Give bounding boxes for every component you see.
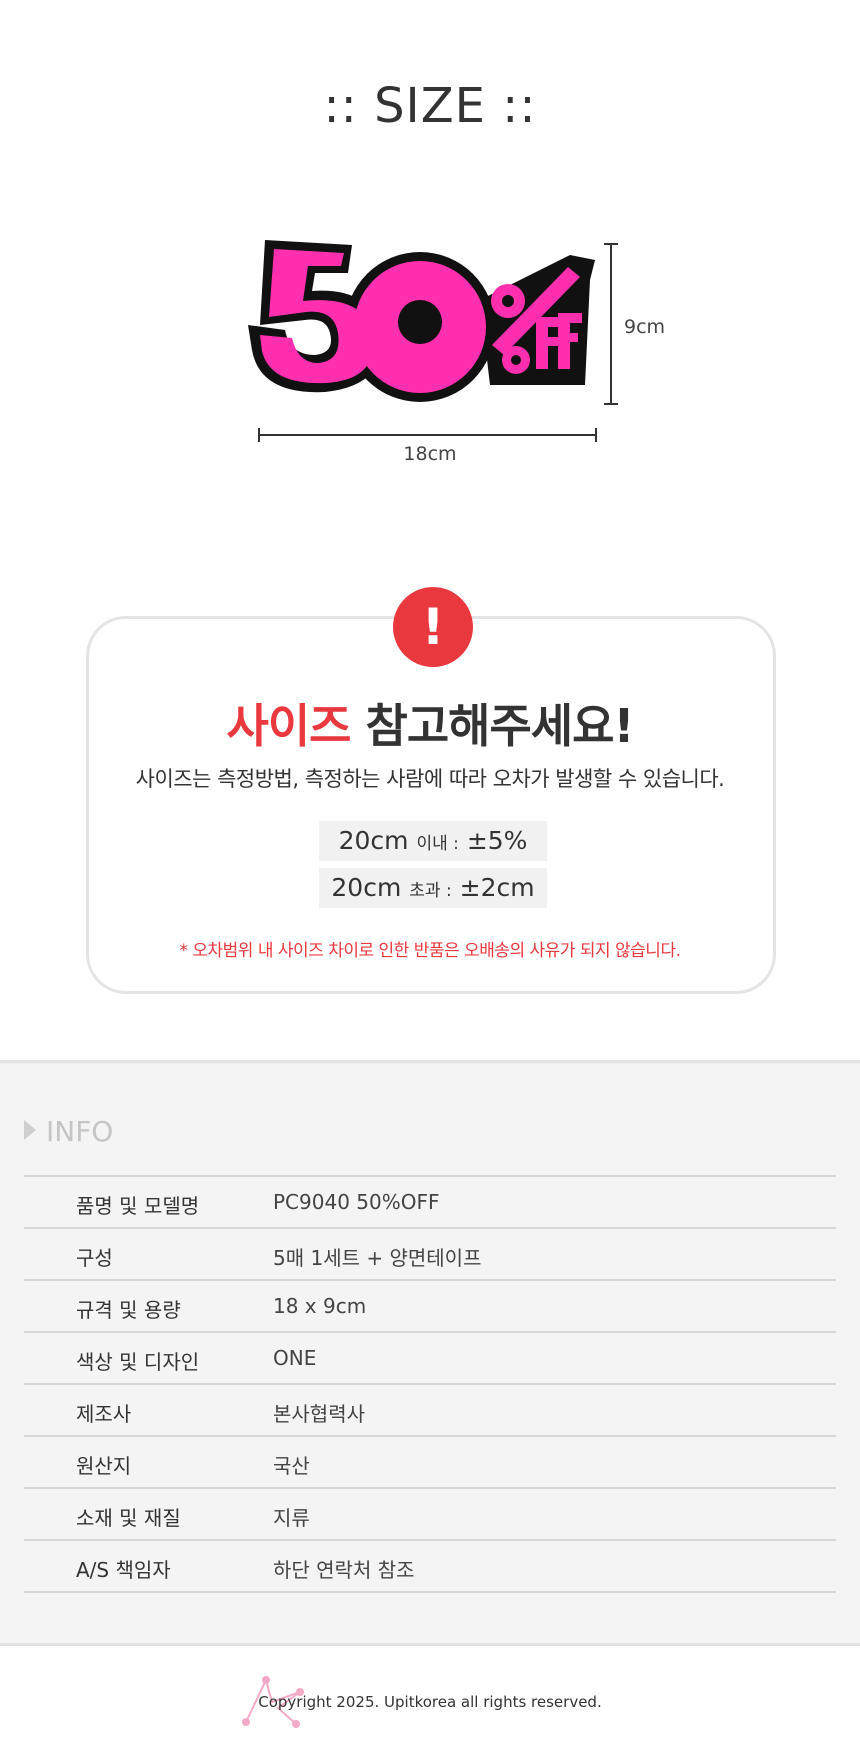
info-key: 소재 및 재질: [76, 1506, 181, 1530]
tolerance-value: ±2cm: [459, 873, 535, 902]
table-row: 구성 5매 1세트 + 양면테이프: [24, 1229, 836, 1281]
tolerance-row: 20cm 초과 : ±2cm: [319, 868, 547, 908]
notice-heading-accent: 사이즈: [226, 699, 352, 753]
info-value: 5매 1세트 + 양면테이프: [273, 1246, 482, 1270]
tolerance-size: 20cm: [331, 873, 402, 902]
notice-heading: 사이즈 참고해주세요!: [0, 690, 860, 756]
info-value: 지류: [273, 1506, 310, 1530]
table-row: 규격 및 용량 18 x 9cm: [24, 1281, 836, 1333]
table-row: 제조사 본사협력사: [24, 1385, 836, 1437]
tolerance-condition: 초과 :: [409, 881, 452, 901]
info-value: ONE: [273, 1346, 317, 1370]
info-key: A/S 책임자: [76, 1558, 171, 1582]
table-row: 품명 및 모델명 PC9040 50%OFF: [24, 1177, 836, 1229]
triangle-right-icon: [24, 1120, 36, 1140]
info-value: 본사협력사: [273, 1402, 365, 1426]
info-section: INFO 품명 및 모델명 PC9040 50%OFF 구성 5매 1세트 + 양면…: [0, 1060, 860, 1646]
alert-icon: !: [393, 587, 473, 667]
info-key: 규격 및 용량: [76, 1298, 181, 1322]
table-row: 소재 및 재질 지류: [24, 1489, 836, 1541]
height-dimension: [604, 243, 618, 405]
info-value: 18 x 9cm: [273, 1294, 367, 1318]
info-key: 제조사: [76, 1402, 132, 1426]
notice-warning: * 오차범위 내 사이즈 차이로 인한 반품은 오배송의 사유가 되지 않습니다…: [179, 941, 681, 961]
dimension-lines: [258, 243, 618, 442]
table-row: 원산지 국산: [24, 1437, 836, 1489]
info-value: PC9040 50%OFF: [273, 1190, 440, 1214]
height-label: 9cm: [624, 316, 666, 338]
table-row: A/S 책임자 하단 연락처 참조: [24, 1541, 836, 1593]
info-value: 국산: [273, 1454, 310, 1478]
width-dimension: [258, 428, 597, 442]
copyright-text: Copyright 2025. Upitkorea all rights res…: [258, 1693, 602, 1711]
info-key: 구성: [76, 1246, 113, 1270]
info-table: 품명 및 모델명 PC9040 50%OFF 구성 5매 1세트 + 양면테이프 규…: [24, 1175, 836, 1593]
info-title-text: INFO: [46, 1115, 114, 1148]
info-key: 품명 및 모델명: [76, 1194, 200, 1218]
tolerance-size: 20cm: [338, 826, 409, 855]
tolerance-condition: 이내 :: [416, 834, 459, 854]
tolerance-value: ±5%: [466, 826, 528, 855]
info-value: 하단 연락처 참조: [273, 1558, 415, 1582]
info-key: 색상 및 디자인: [76, 1350, 200, 1374]
width-label: 18cm: [403, 443, 457, 465]
notice-heading-rest: 참고해주세요!: [365, 699, 635, 753]
tolerance-row: 20cm 이내 : ±5%: [319, 821, 547, 861]
table-row: 색상 및 디자인 ONE: [24, 1333, 836, 1385]
info-title: INFO: [24, 1115, 113, 1148]
info-key: 원산지: [76, 1454, 132, 1478]
notice-description: 사이즈는 측정방법, 측정하는 사람에 따라 오차가 발생할 수 있습니다.: [135, 767, 725, 791]
